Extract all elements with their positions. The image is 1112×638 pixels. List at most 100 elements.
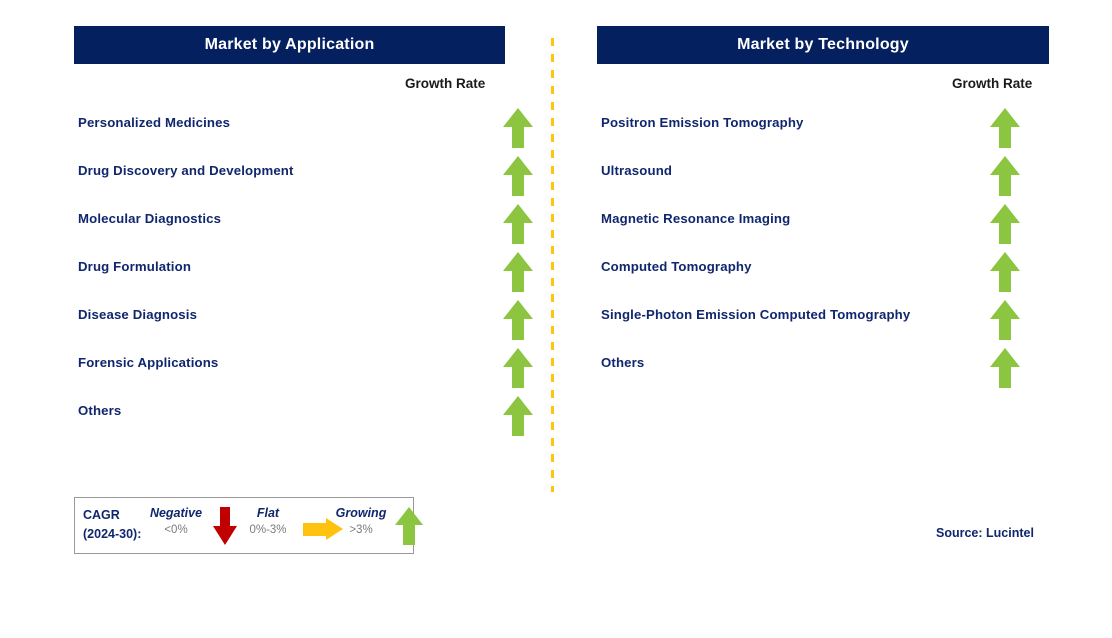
arrow-head: [503, 348, 533, 367]
list-item[interactable]: Molecular Diagnostics: [74, 200, 533, 248]
arrow-shaft: [999, 126, 1011, 148]
arrow-head: [503, 156, 533, 175]
growth-indicator: [503, 156, 533, 196]
arrow-head: [990, 348, 1020, 367]
legend-range: <0%: [164, 524, 188, 536]
growth-indicator: [503, 300, 533, 340]
segment-label: Magnetic Resonance Imaging: [601, 211, 791, 226]
growth-indicator: [503, 396, 533, 436]
arrow-shaft: [220, 507, 230, 527]
list-item[interactable]: Disease Diagnosis: [74, 296, 533, 344]
arrow-shaft: [999, 366, 1011, 388]
legend-range: 0%-3%: [249, 524, 287, 536]
segment-label: Computed Tomography: [601, 259, 752, 274]
arrow-shaft: [512, 366, 524, 388]
growth-rate-column-header: Growth Rate: [952, 76, 1033, 91]
growth-rate-column-header: Growth Rate: [405, 76, 486, 91]
vertical-dashed-divider: [551, 38, 554, 492]
legend-cagr-line2: (2024-30):: [83, 527, 142, 541]
legend-name: Negative: [149, 506, 203, 520]
arrow-up-icon: [503, 108, 533, 148]
arrow-head: [990, 204, 1020, 223]
arrow-down-icon: [213, 507, 237, 545]
arrow-up-icon: [990, 204, 1020, 244]
growth-indicator: [990, 204, 1020, 244]
cagr-legend: CAGR (2024-30): Negative <0% Flat 0%-3% …: [74, 497, 423, 554]
growth-indicator: [503, 348, 533, 388]
arrow-up-icon: [503, 300, 533, 340]
panel-title: Market by Application: [204, 36, 375, 53]
legend-name: Growing: [335, 506, 387, 520]
legend-item-flat: Flat 0%-3%: [235, 504, 301, 539]
arrow-shaft: [512, 174, 524, 196]
list-item[interactable]: Ultrasound: [597, 152, 1049, 200]
arrow-shaft: [999, 318, 1011, 340]
list-item[interactable]: Others: [597, 344, 1049, 392]
arrow-up-icon: [503, 204, 533, 244]
arrow-head: [503, 252, 533, 271]
arrow-head: [990, 108, 1020, 127]
legend-range: >3%: [349, 524, 373, 536]
arrow-head: [990, 252, 1020, 271]
segment-label: Disease Diagnosis: [78, 307, 198, 322]
segment-label: Others: [78, 403, 122, 418]
list-item[interactable]: Drug Formulation: [74, 248, 533, 296]
list-item[interactable]: Magnetic Resonance Imaging: [597, 200, 1049, 248]
growth-indicator: [990, 300, 1020, 340]
segment-label: Ultrasound: [601, 163, 673, 178]
arrow-up-icon: [503, 348, 533, 388]
list-item[interactable]: Forensic Applications: [74, 344, 533, 392]
panel-header-technology: Market by Technology: [597, 26, 1049, 64]
arrow-head: [503, 204, 533, 223]
segment-label: Forensic Applications: [78, 355, 219, 370]
arrow-head: [503, 108, 533, 127]
arrow-up-icon: [990, 156, 1020, 196]
list-item[interactable]: Positron Emission Tomography: [597, 104, 1049, 152]
list-item[interactable]: Single-Photon Emission Computed Tomograp…: [597, 296, 1049, 344]
legend-item-growing: Growing >3%: [325, 504, 397, 539]
arrow-head: [990, 156, 1020, 175]
list-item[interactable]: Others: [74, 392, 533, 440]
list-item[interactable]: Drug Discovery and Development: [74, 152, 533, 200]
panel-market-by-technology: Market by Technology Growth Rate Positro…: [597, 0, 1049, 638]
legend-cagr-line1: CAGR: [83, 508, 120, 522]
arrow-head: [213, 526, 237, 545]
growth-indicator: [503, 204, 533, 244]
arrow-up-icon: [990, 108, 1020, 148]
arrow-shaft: [512, 414, 524, 436]
arrow-shaft: [303, 523, 327, 536]
technology-row-list: Positron Emission Tomography Ultrasound …: [597, 104, 1049, 392]
growth-indicator: [990, 156, 1020, 196]
arrow-up-icon: [503, 252, 533, 292]
arrow-head: [503, 300, 533, 319]
growth-indicator: [990, 108, 1020, 148]
segment-label: Drug Formulation: [78, 259, 192, 274]
growth-indicator: [990, 348, 1020, 388]
arrow-head: [395, 507, 423, 525]
arrow-up-icon: [503, 156, 533, 196]
legend-name: Flat: [256, 506, 280, 520]
list-item[interactable]: Computed Tomography: [597, 248, 1049, 296]
segment-label: Positron Emission Tomography: [601, 115, 804, 130]
arrow-head: [990, 300, 1020, 319]
growth-indicator: [503, 108, 533, 148]
growth-indicator: [503, 252, 533, 292]
arrow-shaft: [512, 318, 524, 340]
panel-header-application: Market by Application: [74, 26, 505, 64]
arrow-shaft: [512, 126, 524, 148]
arrow-head: [503, 396, 533, 415]
segment-label: Single-Photon Emission Computed Tomograp…: [601, 307, 911, 322]
arrow-shaft: [512, 222, 524, 244]
arrow-up-icon: [395, 507, 423, 545]
arrow-up-icon: [990, 348, 1020, 388]
segment-label: Others: [601, 355, 645, 370]
arrow-shaft: [999, 222, 1011, 244]
arrow-shaft: [999, 270, 1011, 292]
arrow-up-icon: [990, 300, 1020, 340]
source-note: Source: Lucintel: [936, 526, 1034, 540]
panel-title: Market by Technology: [737, 36, 909, 53]
arrow-shaft: [999, 174, 1011, 196]
arrow-up-icon: [503, 396, 533, 436]
segment-label: Personalized Medicines: [78, 115, 231, 130]
list-item[interactable]: Personalized Medicines: [74, 104, 533, 152]
